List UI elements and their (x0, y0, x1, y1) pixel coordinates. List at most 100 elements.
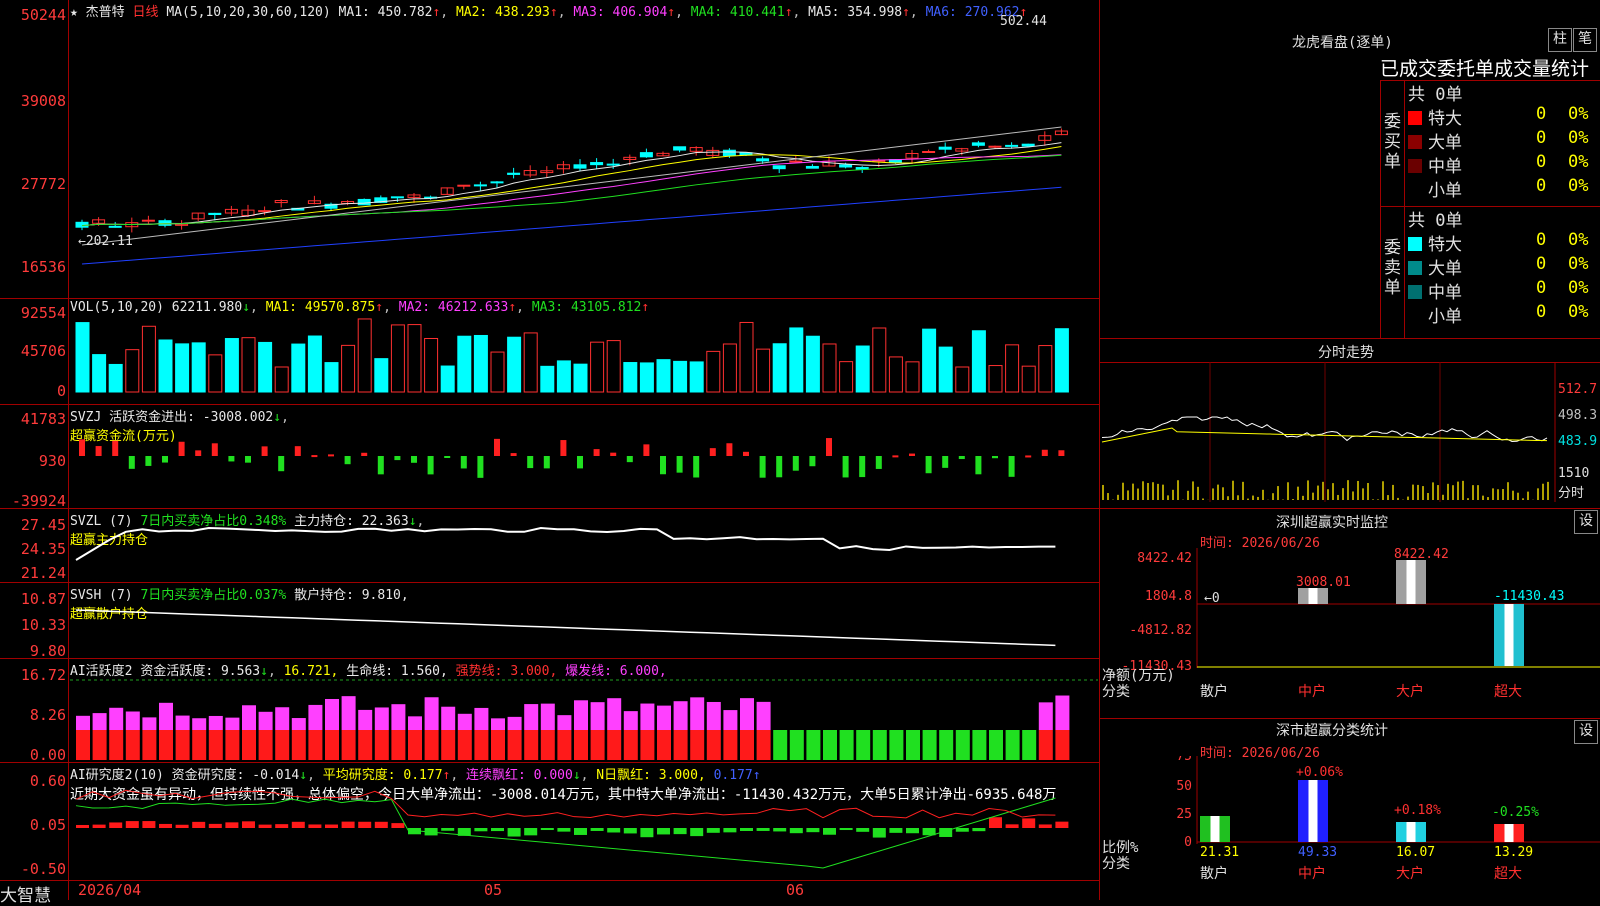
volume-bar (707, 351, 720, 392)
minute-vol (1177, 480, 1179, 500)
research-bar (972, 828, 985, 831)
fund-bar (79, 439, 85, 456)
volume-bar (441, 366, 454, 392)
activity-bar (342, 730, 356, 760)
order-row: 特大00% (1408, 104, 1598, 128)
order-pct: 0% (1568, 176, 1588, 196)
minute-vol (1522, 498, 1524, 500)
bar-mode-button[interactable]: 柱 (1548, 28, 1572, 52)
minute-vol (1262, 490, 1264, 500)
order-count: 0 (1536, 302, 1546, 322)
volume-bar (159, 340, 172, 392)
activity-bar (524, 730, 538, 760)
volume-bar (657, 360, 670, 392)
fund-bar (295, 446, 301, 456)
research-bar (491, 828, 504, 831)
value-label: 13.29 (1494, 845, 1533, 860)
fund-bar (145, 456, 151, 466)
activity-bar (723, 710, 737, 730)
minute-vol (1527, 492, 1529, 500)
research-bar (325, 825, 338, 828)
candle-body (607, 164, 619, 165)
research-bar (640, 828, 653, 837)
activity-bar (159, 703, 173, 730)
research-bar (76, 825, 89, 828)
classify-settings-button[interactable]: 设 (1574, 720, 1598, 744)
minute-tick: 498.3 (1558, 408, 1597, 423)
volume-bars (76, 319, 1068, 392)
research-bar (159, 824, 172, 828)
value-label: 21.31 (1200, 845, 1239, 860)
research-bar (126, 821, 139, 828)
fund-bar (560, 440, 566, 456)
activity-bar (956, 730, 970, 760)
volume-bar (225, 339, 238, 392)
research-bar (93, 825, 106, 828)
high-label: 502.44 (1000, 14, 1047, 29)
order-row: 大单00% (1408, 128, 1598, 152)
fund-bar (942, 456, 948, 468)
order-type: 特大 (1428, 235, 1462, 255)
minute-vol (1327, 489, 1329, 500)
fund-bar (378, 456, 384, 474)
candle-body (76, 222, 88, 227)
volume-bar (740, 322, 753, 392)
research-bar (806, 828, 819, 832)
minute-vol (1422, 486, 1424, 500)
divider (1380, 80, 1381, 338)
order-type: 中单 (1428, 283, 1462, 303)
volume-bar (76, 323, 89, 392)
activity-bar (674, 701, 688, 730)
volume-bar (142, 326, 155, 392)
tick-mode-button[interactable]: 笔 (1573, 28, 1597, 52)
activity-bar (209, 730, 223, 760)
minute-vol (1197, 487, 1199, 500)
minute-vol (1537, 488, 1539, 500)
volume-bar (176, 344, 189, 392)
volume-bar (889, 357, 902, 392)
candle-body (391, 197, 403, 198)
bar-highlight (1309, 780, 1318, 842)
activity-bar (707, 730, 721, 760)
research-bar (441, 828, 454, 831)
activity-bar (76, 730, 90, 760)
tab-strip[interactable]: 已成交委托单成交量统计 (1380, 54, 1600, 82)
minute-vol (1212, 488, 1214, 500)
pct-label: -0.25% (1492, 805, 1539, 820)
fund-bar (345, 456, 351, 464)
classify-chart: 7550250+0.06%+0.18%-0.25%21.3149.3316.07… (1100, 756, 1600, 900)
fund-bar (776, 456, 782, 477)
category-label: 大户 (1396, 865, 1424, 882)
volume-bar (607, 341, 620, 392)
bar-highlight (1309, 588, 1318, 604)
minute-vol (1332, 483, 1334, 500)
research-bar (275, 824, 288, 828)
fund-bar (793, 456, 799, 471)
activity-bar (823, 730, 837, 760)
activity-bar (259, 712, 273, 730)
minute-vol (1247, 499, 1249, 500)
color-swatch (1408, 111, 1422, 125)
activity-bar (358, 710, 372, 730)
monitor-title: 深圳超赢实时监控 (1276, 512, 1388, 532)
activity-bar (1039, 702, 1053, 730)
activity-bar (375, 707, 389, 730)
activity-bar (391, 730, 405, 760)
order-type: 中单 (1428, 157, 1462, 177)
monitor-settings-button[interactable]: 设 (1574, 510, 1598, 534)
minute-vol (1202, 499, 1204, 500)
order-row: 大单00% (1408, 254, 1598, 278)
order-pct: 0% (1568, 278, 1588, 298)
fund-bar (195, 450, 201, 456)
fund-bar (594, 449, 600, 456)
activity-bar (474, 708, 488, 730)
candle-body (972, 143, 984, 145)
minute-vol (1127, 490, 1129, 500)
research-bar (375, 822, 388, 828)
minute-vol (1427, 493, 1429, 500)
minute-vol (1257, 497, 1259, 500)
research-bar (391, 823, 404, 828)
activity-bar (126, 712, 140, 730)
activity-bar (142, 717, 156, 730)
volume-bar (640, 363, 653, 392)
